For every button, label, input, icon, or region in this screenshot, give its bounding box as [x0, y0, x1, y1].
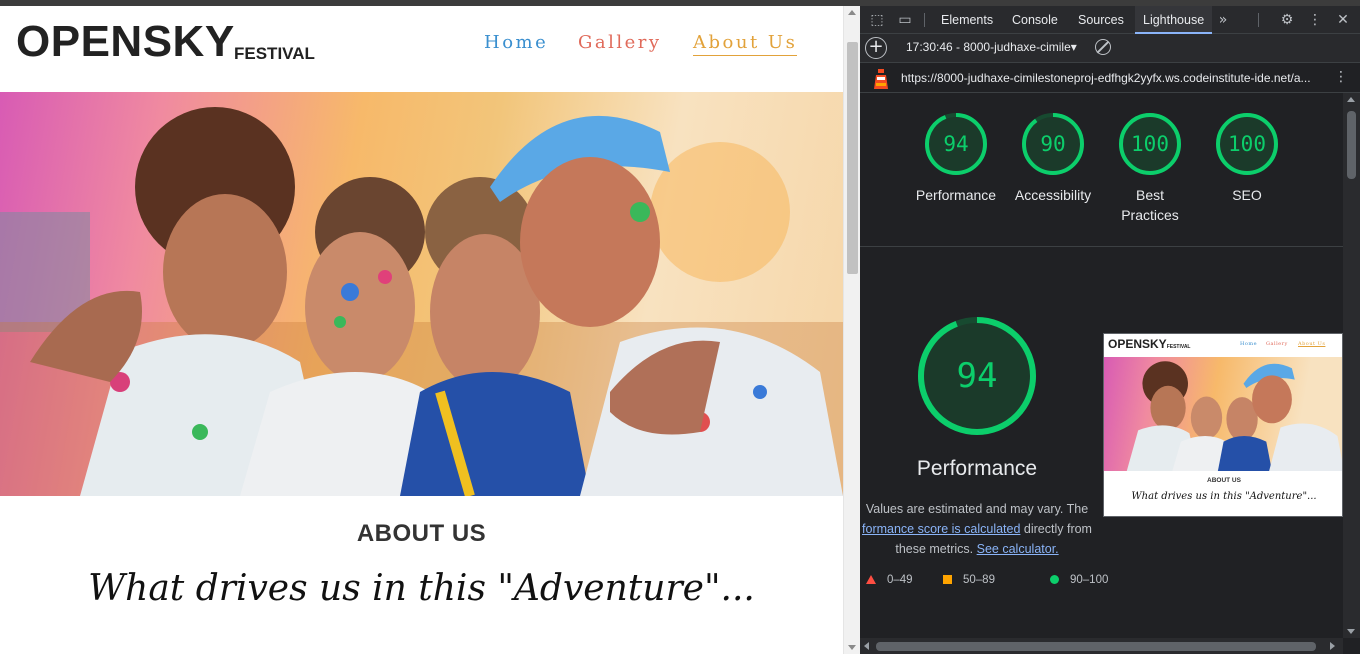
- score-performance[interactable]: 94 Performance: [911, 111, 1001, 205]
- scroll-up-arrow-icon[interactable]: [1347, 97, 1355, 102]
- tab-lighthouse[interactable]: Lighthouse: [1135, 6, 1213, 34]
- site-header: OPENSKY FESTIVAL Home Gallery About Us: [0, 6, 843, 92]
- page-screenshot-thumbnail[interactable]: OPENSKYFESTIVAL Home Gallery About Us AB…: [1103, 333, 1343, 517]
- score-calculated-link[interactable]: formance score is calculated: [862, 522, 1020, 536]
- close-icon[interactable]: ✕: [1334, 11, 1352, 29]
- website-viewport: OPENSKY FESTIVAL Home Gallery About Us A…: [0, 6, 860, 654]
- report-url-bar: https://8000-judhaxe-cimilestoneproj-edf…: [860, 63, 1360, 93]
- score-label: SEO: [1232, 187, 1262, 203]
- scroll-down-arrow-icon[interactable]: [848, 645, 856, 650]
- hero-photo-illustration: [0, 107, 843, 496]
- scroll-up-arrow-icon[interactable]: [848, 10, 856, 15]
- website-scrollbar[interactable]: [843, 6, 860, 654]
- clear-reports-icon[interactable]: [1095, 39, 1111, 55]
- scroll-left-arrow-icon[interactable]: [864, 642, 869, 650]
- lighthouse-logo-icon: [874, 69, 888, 89]
- score-gauge: 94: [923, 111, 989, 177]
- score-value: 90: [1040, 132, 1066, 156]
- about-us-heading: ABOUT US: [356, 520, 487, 547]
- thumbnail-nav-home: Home: [1240, 341, 1258, 347]
- legend-average: 50–89: [943, 574, 995, 586]
- performance-score-value: 94: [956, 356, 998, 396]
- score-best-practices[interactable]: 100 Best Practices: [1105, 111, 1195, 225]
- inspect-element-icon[interactable]: ⬚: [868, 11, 886, 29]
- score-seo[interactable]: 100 SEO: [1202, 111, 1292, 205]
- tab-separator: [1258, 13, 1259, 27]
- nav-link-about-us[interactable]: About Us: [693, 32, 798, 56]
- score-accessibility[interactable]: 90 Accessibility: [1008, 111, 1098, 205]
- thumbnail-hero-illustration: [1126, 361, 1342, 471]
- scroll-right-arrow-icon[interactable]: [1330, 642, 1335, 650]
- thumbnail-logo: OPENSKYFESTIVAL: [1108, 337, 1190, 351]
- square-icon: [943, 575, 952, 585]
- circle-icon: [1050, 575, 1059, 585]
- devtools-panel: ⬚ ▭ Elements Console Sources Lighthouse …: [860, 6, 1360, 654]
- legend-range: 0–49: [887, 574, 913, 586]
- gear-icon[interactable]: ⚙: [1278, 11, 1296, 29]
- report-vertical-scrollbar[interactable]: [1343, 93, 1360, 638]
- lighthouse-report: 94 Performance 90 Accessibility 100 Best…: [860, 93, 1343, 638]
- thumbnail-hero-image: [1104, 357, 1342, 471]
- legend-pass: 90–100: [1050, 574, 1108, 586]
- report-hscroll-thumb[interactable]: [876, 642, 1316, 651]
- score-gauge: 100: [1117, 111, 1183, 177]
- legend-fail: 0–49: [866, 574, 913, 586]
- section-divider: [860, 246, 1343, 247]
- thumbnail-nav-about: About Us: [1298, 341, 1326, 347]
- legend-range: 50–89: [963, 574, 995, 586]
- score-value: 100: [1228, 132, 1266, 156]
- report-url[interactable]: https://8000-judhaxe-cimilestoneproj-edf…: [901, 71, 1311, 85]
- note-text: Values are estimated and may vary. The: [865, 502, 1089, 516]
- triangle-icon: [866, 575, 876, 585]
- score-label: Performance: [915, 187, 997, 203]
- nav-link-home[interactable]: Home: [484, 32, 548, 53]
- nav-link-gallery[interactable]: Gallery: [578, 32, 662, 53]
- legend-range: 90–100: [1070, 574, 1109, 586]
- scroll-down-arrow-icon[interactable]: [1347, 629, 1355, 634]
- thumbnail-logo-sub: FESTIVAL: [1166, 344, 1191, 350]
- score-label: Best Practices: [1121, 187, 1179, 223]
- tab-sources[interactable]: Sources: [1070, 6, 1132, 34]
- tab-console[interactable]: Console: [1004, 6, 1066, 34]
- score-gauge: 90: [1020, 111, 1086, 177]
- score-gauge: 100: [1214, 111, 1280, 177]
- report-selector-dropdown[interactable]: 17:30:46 - 8000-judhaxe-cimile▾: [906, 40, 1077, 54]
- hero-image: [0, 92, 843, 496]
- devtools-tab-bar: ⬚ ▭ Elements Console Sources Lighthouse …: [860, 6, 1360, 34]
- performance-gauge-large: 94: [916, 315, 1038, 437]
- thumbnail-logo-main: OPENSKY: [1108, 337, 1167, 351]
- report-horizontal-scrollbar[interactable]: [860, 638, 1343, 654]
- performance-note: Values are estimated and may vary. The f…: [860, 499, 1094, 559]
- performance-title: Performance: [916, 457, 1038, 480]
- report-menu-icon[interactable]: ⋮: [1334, 69, 1348, 85]
- double-chevron-right-icon[interactable]: »: [1214, 11, 1232, 29]
- lighthouse-toolbar: + 17:30:46 - 8000-judhaxe-cimile▾: [860, 34, 1360, 63]
- score-value: 100: [1131, 132, 1169, 156]
- thumbnail-nav-gallery: Gallery: [1266, 341, 1288, 347]
- see-calculator-link[interactable]: See calculator.: [977, 542, 1059, 556]
- thumbnail-tagline: What drives us in this "Adventure"...: [1131, 491, 1317, 502]
- website-scroll-thumb[interactable]: [847, 42, 858, 274]
- about-us-tagline: What drives us in this "Adventure"...: [88, 568, 755, 609]
- score-label: Accessibility: [1014, 187, 1092, 203]
- new-report-plus-icon[interactable]: +: [865, 37, 887, 59]
- site-logo-subtitle: FESTIVAL: [234, 44, 315, 63]
- report-scroll-thumb[interactable]: [1347, 111, 1356, 179]
- kebab-menu-icon[interactable]: ⋮: [1306, 11, 1324, 29]
- tab-separator: [924, 13, 925, 27]
- site-logo[interactable]: OPENSKY: [16, 20, 235, 64]
- score-value: 94: [943, 132, 969, 156]
- tab-elements[interactable]: Elements: [933, 6, 1001, 34]
- thumbnail-about-heading: ABOUT US: [1207, 477, 1241, 484]
- device-toolbar-icon[interactable]: ▭: [896, 11, 914, 29]
